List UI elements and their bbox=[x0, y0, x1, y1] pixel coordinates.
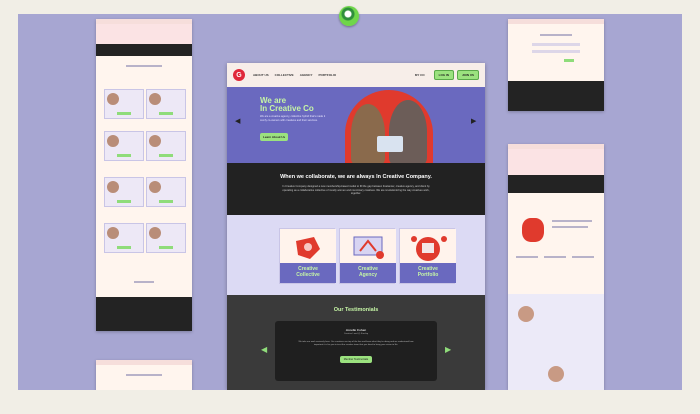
members-mockup bbox=[96, 360, 192, 390]
homepage-mockup: G ABOUT US COLLECTIVE AGENCY PORTFOLIO M… bbox=[227, 63, 485, 390]
join-button[interactable]: JOIN US bbox=[456, 70, 479, 80]
mini-text-line bbox=[540, 34, 572, 36]
member-testimonials-button[interactable]: Member Testimonials bbox=[339, 356, 373, 363]
testimonial-name: Jonelle Cohen bbox=[345, 328, 367, 332]
login-button[interactable]: LOG IN bbox=[433, 70, 454, 80]
mini-footer bbox=[96, 297, 192, 331]
mini-dark-band bbox=[508, 175, 604, 193]
mini-hero-illustration bbox=[508, 149, 604, 175]
hero-section: ◀ We are In Creative Co We are a creativ… bbox=[227, 87, 485, 163]
arrow-right-icon[interactable]: ▶ bbox=[445, 345, 451, 354]
mini-text-line bbox=[552, 226, 588, 228]
testimonials-section: Our Testimonials ◀ Jonelle Cohen Creativ… bbox=[227, 295, 485, 390]
agency-illustration bbox=[340, 229, 396, 265]
laptop bbox=[377, 136, 403, 152]
service-label-agency: Creative Agency bbox=[340, 263, 396, 283]
brand-logo[interactable]: G bbox=[233, 69, 245, 81]
mini-input bbox=[532, 43, 580, 46]
presentation-board: G ABOUT US COLLECTIVE AGENCY PORTFOLIO M… bbox=[18, 14, 682, 390]
learn-about-us-button[interactable]: Learn About Us bbox=[260, 133, 289, 141]
mini-nav bbox=[508, 19, 604, 24]
nav-item-portfolio[interactable]: PORTFOLIO bbox=[319, 73, 337, 77]
mini-card bbox=[146, 89, 186, 119]
collective-illustration bbox=[280, 229, 336, 265]
mini-text-line bbox=[134, 281, 154, 283]
hero-title: We are In Creative Co bbox=[260, 97, 314, 113]
mini-avatar bbox=[548, 366, 564, 382]
testimonial-role: Creative Lead @ Kinship bbox=[343, 333, 369, 335]
collaborate-section: When we collaborate, we are always In Cr… bbox=[227, 163, 485, 215]
service-card-agency[interactable]: Creative Agency bbox=[339, 228, 396, 284]
mini-dark-band bbox=[96, 44, 192, 56]
mini-card bbox=[104, 177, 144, 207]
service-card-collective[interactable]: Creative Collective bbox=[279, 228, 336, 284]
service-card-portfolio[interactable]: Creative Portfolio bbox=[399, 228, 456, 284]
mini-card bbox=[104, 223, 144, 253]
testimonial-card: Jonelle Cohen Creative Lead @ Kinship We… bbox=[275, 321, 437, 381]
mini-input bbox=[532, 50, 580, 53]
pin-icon bbox=[339, 6, 359, 26]
service-label-portfolio: Creative Portfolio bbox=[400, 263, 456, 283]
mini-text-line bbox=[572, 256, 594, 258]
service-label-collective: Creative Collective bbox=[280, 263, 336, 283]
project-mockup bbox=[508, 144, 604, 390]
testimonials-heading: Our Testimonials bbox=[333, 307, 379, 313]
mini-card bbox=[146, 223, 186, 253]
mini-text-line bbox=[126, 374, 162, 376]
hero-body: We are a creative agency, collective hyb… bbox=[260, 115, 326, 122]
member-directory-mockup bbox=[96, 19, 192, 331]
mini-hero-illustration bbox=[96, 24, 192, 44]
person-right bbox=[389, 100, 427, 163]
mini-text-line bbox=[516, 256, 538, 258]
mini-button bbox=[564, 59, 574, 62]
member-login-mockup bbox=[508, 19, 604, 111]
arrow-left-icon[interactable]: ◀ bbox=[235, 117, 240, 125]
mini-text-line bbox=[552, 220, 592, 222]
arrow-right-icon[interactable]: ▶ bbox=[471, 117, 476, 125]
collaborate-heading: When we collaborate, we are always In Cr… bbox=[280, 174, 432, 180]
mini-nav bbox=[96, 360, 192, 365]
mini-text-line bbox=[126, 65, 162, 67]
nav-item-about[interactable]: ABOUT US bbox=[253, 73, 269, 77]
nav-item-agency[interactable]: AGENCY bbox=[300, 73, 313, 77]
mini-text-line bbox=[544, 256, 566, 258]
collaborate-body: In Creative Company designed a new membe… bbox=[282, 185, 430, 196]
mini-card bbox=[104, 131, 144, 161]
nav-item-collective[interactable]: COLLECTIVE bbox=[275, 73, 294, 77]
top-nav: G ABOUT US COLLECTIVE AGENCY PORTFOLIO M… bbox=[227, 63, 485, 87]
mini-red-art bbox=[522, 218, 544, 242]
mini-card bbox=[146, 177, 186, 207]
person-left bbox=[351, 104, 385, 163]
mini-card bbox=[104, 89, 144, 119]
nav-cart[interactable]: MY CO bbox=[415, 73, 425, 77]
mini-footer bbox=[508, 81, 604, 111]
mini-avatar bbox=[518, 306, 534, 322]
portfolio-illustration bbox=[400, 229, 456, 265]
hero-title-line2: In Creative Co bbox=[260, 104, 314, 113]
services-section: Creative Collective Creative Agency Crea… bbox=[227, 215, 485, 295]
mini-card bbox=[146, 131, 186, 161]
hero-photo bbox=[345, 90, 433, 163]
testimonial-quote: We take our work seriously here. Our cre… bbox=[298, 341, 414, 346]
arrow-left-icon[interactable]: ◀ bbox=[261, 345, 267, 354]
